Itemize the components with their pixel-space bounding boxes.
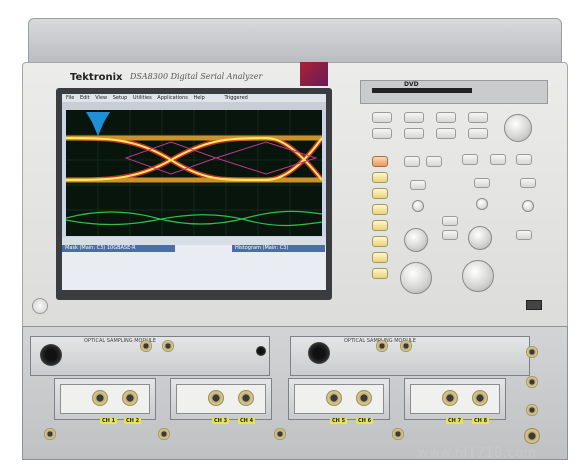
instrument-display[interactable]: File Edit View Setup Utilities Applicati… xyxy=(62,94,326,290)
histogram-header: Histogram (Main: C3) xyxy=(232,245,325,252)
screen-menubar: File Edit View Setup Utilities Applicati… xyxy=(62,94,326,102)
vertical-position-knob[interactable] xyxy=(412,200,424,212)
instrument-top-cover xyxy=(28,18,562,66)
menu-file[interactable]: File xyxy=(66,95,74,101)
trigger-input-connector[interactable] xyxy=(526,346,538,358)
channel-label: CH 5 xyxy=(330,418,348,424)
menu-applications[interactable]: Applications xyxy=(157,95,188,101)
reference-input-connector[interactable] xyxy=(524,428,540,444)
screen-status-bar xyxy=(62,237,326,245)
channel-button[interactable] xyxy=(372,252,388,263)
channel-label: CH 7 xyxy=(446,418,464,424)
rf-connector[interactable] xyxy=(400,340,412,352)
panel-button[interactable] xyxy=(404,128,424,139)
channel-button[interactable] xyxy=(372,172,388,183)
rf-connector[interactable] xyxy=(376,340,388,352)
watermark: www.hl1718.com xyxy=(418,446,537,461)
channel-connector[interactable] xyxy=(208,390,224,406)
panel-button[interactable] xyxy=(516,230,532,240)
menu-setup[interactable]: Setup xyxy=(113,95,128,101)
channel-label: CH 8 xyxy=(472,418,490,424)
panel-button[interactable] xyxy=(372,128,392,139)
panel-button[interactable] xyxy=(490,154,506,165)
channel-button[interactable] xyxy=(372,204,388,215)
channel-label: CH 6 xyxy=(356,418,374,424)
measurement-panel: Mask (Main: C3) 10GBASE-R Histogram (Mai… xyxy=(62,245,326,290)
channel-label: CH 3 xyxy=(212,418,230,424)
panel-button[interactable] xyxy=(442,216,458,226)
channel-button[interactable] xyxy=(372,236,388,247)
mask-header: Mask (Main: C3) 10GBASE-R xyxy=(62,245,175,252)
rf-connector[interactable] xyxy=(162,340,174,352)
trigger-menu-button[interactable] xyxy=(520,178,536,188)
trigger-status: Triggered xyxy=(224,95,248,101)
vertical-offset-knob[interactable] xyxy=(404,228,428,252)
power-button[interactable] xyxy=(32,298,48,314)
auxiliary-connector[interactable] xyxy=(44,428,56,440)
channel-connector[interactable] xyxy=(442,390,458,406)
panel-button[interactable] xyxy=(372,112,392,123)
channel-label: CH 4 xyxy=(238,418,256,424)
menu-edit[interactable]: Edit xyxy=(80,95,90,101)
panel-button[interactable] xyxy=(436,128,456,139)
eye-diagram-plot xyxy=(66,110,322,236)
channel-button[interactable] xyxy=(372,220,388,231)
panel-button[interactable] xyxy=(462,154,478,165)
menu-view[interactable]: View xyxy=(95,95,107,101)
brand-logo: Tektronix xyxy=(70,72,123,83)
general-purpose-knob[interactable] xyxy=(504,114,532,142)
screen-toolbar xyxy=(62,102,326,110)
optical-input-connector[interactable] xyxy=(40,344,62,366)
panel-button[interactable] xyxy=(442,230,458,240)
auxiliary-connector[interactable] xyxy=(158,428,170,440)
auxiliary-connector[interactable] xyxy=(274,428,286,440)
vertical-scale-knob[interactable] xyxy=(400,262,432,294)
menu-help[interactable]: Help xyxy=(193,95,204,101)
panel-button[interactable] xyxy=(468,112,488,123)
dvd-logo: DVD xyxy=(404,81,419,88)
channel-label: CH 1 xyxy=(100,418,118,424)
channel-connector[interactable] xyxy=(238,390,254,406)
channel-button[interactable] xyxy=(372,268,388,279)
panel-button[interactable] xyxy=(404,112,424,123)
horizontal-scale-knob[interactable] xyxy=(462,260,494,292)
module-connector[interactable] xyxy=(256,346,266,356)
trigger-input-connector[interactable] xyxy=(526,376,538,388)
trigger-level-knob[interactable] xyxy=(522,200,534,212)
auxiliary-connector[interactable] xyxy=(392,428,404,440)
panel-button[interactable] xyxy=(426,156,442,167)
dvd-slot xyxy=(372,88,472,93)
panel-button[interactable] xyxy=(372,156,388,167)
histogram-peak xyxy=(86,112,110,136)
panel-button[interactable] xyxy=(436,112,456,123)
horizontal-menu-button[interactable] xyxy=(474,178,490,188)
trigger-input-connector[interactable] xyxy=(526,404,538,416)
channel-connector[interactable] xyxy=(356,390,372,406)
horizontal-position-knob[interactable] xyxy=(476,198,488,210)
channel-connector[interactable] xyxy=(92,390,108,406)
channel-connector[interactable] xyxy=(472,390,488,406)
channel-connector[interactable] xyxy=(326,390,342,406)
rf-connector[interactable] xyxy=(140,340,152,352)
channel-connector[interactable] xyxy=(122,390,138,406)
horizontal-resolution-knob[interactable] xyxy=(468,226,492,250)
channel-label: CH 2 xyxy=(124,418,142,424)
panel-button[interactable] xyxy=(404,156,420,167)
model-name: DSA8300 Digital Serial Analyzer xyxy=(130,72,263,81)
optical-input-connector[interactable] xyxy=(308,342,330,364)
usb-port[interactable] xyxy=(526,300,542,310)
channel-button[interactable] xyxy=(372,188,388,199)
panel-button[interactable] xyxy=(468,128,488,139)
brand-badge xyxy=(300,62,328,86)
vertical-menu-button[interactable] xyxy=(410,180,426,190)
panel-button[interactable] xyxy=(516,154,532,165)
menu-utilities[interactable]: Utilities xyxy=(133,95,152,101)
